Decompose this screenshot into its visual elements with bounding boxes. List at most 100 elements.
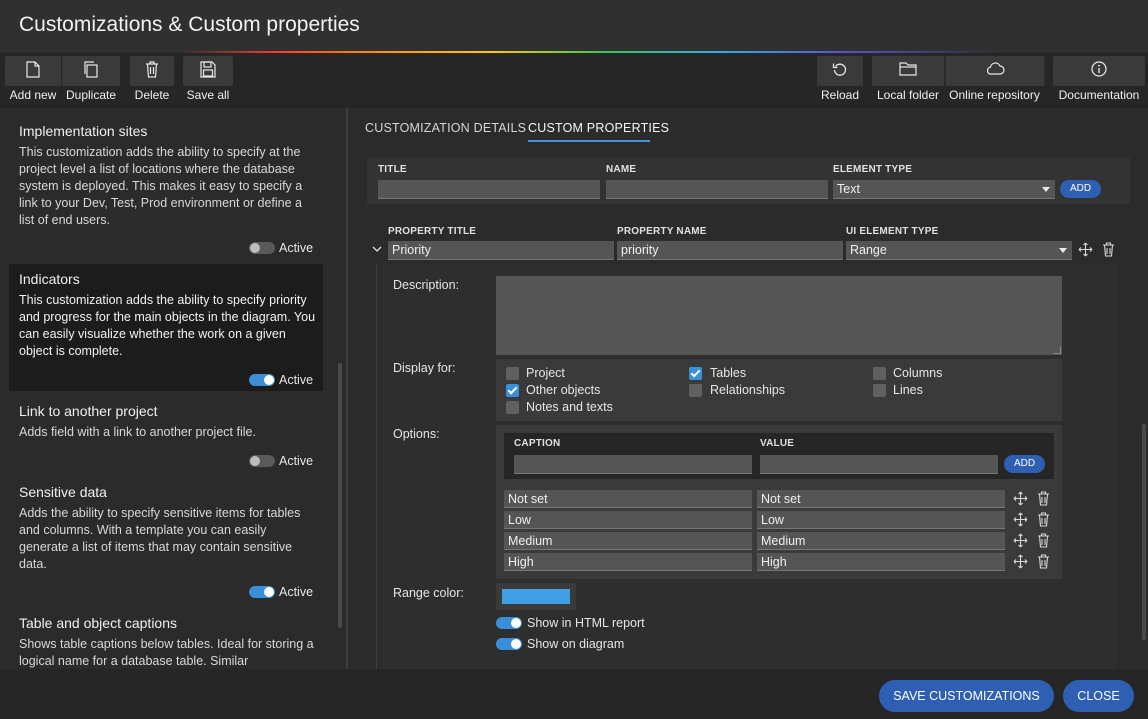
trash-icon[interactable] [1037, 512, 1050, 527]
range-color-picker[interactable] [496, 583, 576, 610]
list-item[interactable]: Link to another project Adds field with … [9, 396, 323, 476]
main-scrollbar[interactable] [1142, 424, 1146, 640]
duplicate-button[interactable]: Duplicate [62, 53, 120, 108]
active-toggle[interactable] [249, 242, 275, 254]
caption-header: CAPTION [514, 438, 561, 449]
trash-icon[interactable] [1037, 533, 1050, 548]
add-new-button[interactable]: Add new [4, 53, 62, 108]
trash-icon[interactable] [1102, 242, 1115, 257]
description-label: Description: [393, 278, 459, 292]
option-value-input[interactable]: Not set [757, 490, 1005, 508]
add-property-row: TITLE NAME ELEMENT TYPE Text ADD [367, 158, 1130, 204]
list-item[interactable]: Sensitive data Adds the ability to speci… [9, 478, 323, 608]
item-description: Shows table captions below tables. Ideal… [19, 637, 314, 668]
reload-button[interactable]: Reload [817, 53, 863, 108]
description-textarea[interactable] [496, 276, 1062, 355]
checkbox-other-objects[interactable] [506, 384, 519, 397]
show-on-diagram-toggle[interactable] [496, 638, 522, 650]
show-on-diagram-label: Show on diagram [527, 637, 625, 651]
option-caption-input[interactable]: Low [504, 511, 752, 529]
checkbox-lines[interactable] [873, 384, 886, 397]
main-panel: CUSTOMIZATION DETAILS CUSTOM PROPERTIES … [348, 108, 1148, 669]
checkbox-lines-label: Lines [893, 383, 923, 397]
tab-custom-properties[interactable]: CUSTOM PROPERTIES [528, 121, 669, 135]
trash-icon[interactable] [1037, 491, 1050, 506]
chevron-down-icon[interactable] [372, 245, 382, 253]
checkbox-project-label: Project [526, 366, 565, 380]
option-caption-input[interactable]: Medium [504, 532, 752, 550]
property-name-input[interactable]: priority [617, 241, 843, 260]
list-item[interactable]: Indicators This customization adds the a… [9, 264, 323, 391]
element-type-header: ELEMENT TYPE [833, 164, 913, 175]
add-property-button[interactable]: ADD [1060, 180, 1102, 198]
show-html-report-toggle[interactable] [496, 617, 522, 629]
list-item[interactable]: Implementation sites This customization … [9, 108, 323, 262]
active-toggle[interactable] [249, 455, 275, 467]
online-repository-button[interactable]: Online repository [945, 53, 1044, 108]
move-icon[interactable] [1013, 533, 1028, 548]
range-color-swatch[interactable] [502, 589, 570, 604]
trash-icon[interactable] [1037, 554, 1050, 569]
add-option-button[interactable]: ADD [1004, 455, 1046, 473]
sidebar-scrollbar[interactable] [338, 363, 342, 628]
checkbox-project[interactable] [506, 367, 519, 380]
save-all-label: Save all [186, 88, 230, 102]
toolbar: Add new Duplicate Delete Save all Reload… [0, 53, 1148, 108]
option-value-input[interactable]: High [757, 553, 1005, 571]
local-folder-button[interactable]: Local folder [872, 53, 944, 108]
item-description: This customization adds the ability to s… [19, 293, 316, 358]
documentation-button[interactable]: Documentation [1053, 53, 1145, 108]
local-folder-label: Local folder [876, 88, 940, 102]
ui-element-type-select[interactable]: Range [846, 241, 1072, 260]
value-header: VALUE [760, 438, 795, 449]
info-icon [1091, 61, 1107, 77]
tab-customization-details[interactable]: CUSTOMIZATION DETAILS [365, 121, 526, 135]
active-label: Active [279, 373, 314, 387]
reload-icon [832, 63, 847, 76]
list-item[interactable]: Table and object captions Shows table ca… [9, 610, 323, 669]
property-title-input[interactable]: Priority [388, 241, 614, 260]
caption-input[interactable] [514, 455, 752, 474]
save-all-button[interactable]: Save all [183, 53, 233, 108]
option-caption-input[interactable]: High [504, 553, 752, 571]
item-title: Implementation sites [19, 123, 148, 139]
customizations-list: Implementation sites This customization … [0, 108, 346, 669]
reload-label: Reload [820, 88, 860, 102]
title-input[interactable] [378, 180, 600, 199]
property-name-header: PROPERTY NAME [617, 226, 707, 237]
close-button[interactable]: CLOSE [1063, 680, 1134, 712]
move-icon[interactable] [1078, 242, 1093, 257]
checkbox-columns[interactable] [873, 367, 886, 380]
option-caption-input[interactable]: Not set [504, 490, 752, 508]
cloud-icon [986, 62, 1005, 75]
move-icon[interactable] [1013, 512, 1028, 527]
duplicate-icon [84, 61, 98, 78]
option-value-input[interactable]: Medium [757, 532, 1005, 550]
checkbox-tables[interactable] [689, 367, 702, 380]
item-title: Table and object captions [19, 615, 177, 631]
online-repository-label: Online repository [949, 88, 1040, 102]
item-title: Link to another project [19, 403, 158, 419]
item-title: Indicators [19, 271, 80, 287]
item-description: Adds field with a link to another projec… [19, 425, 256, 439]
move-icon[interactable] [1013, 554, 1028, 569]
footer: SAVE CUSTOMIZATIONS CLOSE [0, 669, 1148, 719]
delete-button[interactable]: Delete [130, 53, 174, 108]
active-toggle[interactable] [249, 586, 275, 598]
active-toggle[interactable] [249, 374, 275, 386]
folder-icon [899, 62, 917, 76]
move-icon[interactable] [1013, 491, 1028, 506]
active-label: Active [279, 241, 314, 255]
new-file-icon [26, 61, 40, 78]
checkbox-columns-label: Columns [893, 366, 943, 380]
save-customizations-button[interactable]: SAVE CUSTOMIZATIONS [879, 680, 1054, 712]
documentation-label: Documentation [1058, 88, 1140, 102]
value-input[interactable] [760, 455, 998, 474]
name-input[interactable] [606, 180, 828, 199]
option-value-input[interactable]: Low [757, 511, 1005, 529]
checkbox-relationships[interactable] [689, 384, 702, 397]
checkbox-notes-and-texts[interactable] [506, 401, 519, 414]
element-type-select[interactable]: Text [833, 180, 1055, 199]
resize-grip-icon[interactable] [1054, 347, 1061, 354]
show-html-report-label: Show in HTML report [527, 616, 645, 630]
